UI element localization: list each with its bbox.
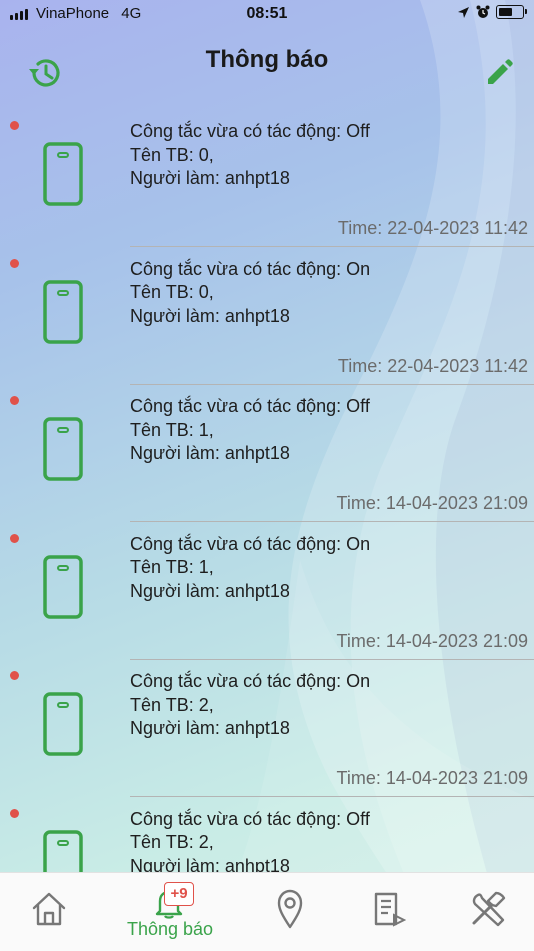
user-text: Người làm: anhpt18 (130, 718, 290, 738)
nav-tools[interactable] (458, 873, 518, 951)
user-text: Người làm: anhpt18 (130, 443, 290, 463)
notification-item[interactable]: Công tắc vừa có tác động: Off Tên TB: 2,… (0, 800, 534, 873)
nav-location[interactable] (262, 873, 318, 951)
device-switch-icon (43, 692, 83, 756)
device-name-text: Tên TB: 1, (130, 557, 214, 577)
nav-notifications-label: Thông báo (126, 919, 214, 939)
device-name-text: Tên TB: 2, (130, 832, 214, 852)
unread-dot (10, 808, 19, 818)
status-time: 08:51 (246, 5, 288, 22)
unread-dot (10, 121, 19, 130)
notification-time: Time: 14-04-2023 21:09 (336, 630, 528, 651)
device-name-text: Tên TB: 0, (130, 144, 214, 165)
notification-message: Công tắc vừa có tác động: On Tên TB: 0, … (130, 258, 370, 329)
location-pin-icon (277, 889, 303, 929)
page-title: Thông báo (205, 46, 329, 73)
user-text: Người làm: anhpt18 (130, 580, 290, 601)
user-text: Người làm: anhpt18 (130, 305, 290, 326)
header: Thông báo (0, 34, 534, 94)
nav-home[interactable] (22, 873, 78, 951)
notification-time: Time: 14-04-2023 21:09 (336, 768, 528, 788)
notification-badge: +9 (164, 882, 194, 906)
device-switch-icon (43, 829, 83, 872)
tools-icon (472, 891, 506, 927)
action-text: Công tắc vừa có tác động: On (130, 258, 371, 279)
notification-item[interactable]: Công tắc vừa có tác động: Off Tên TB: 1,… (0, 387, 534, 525)
edit-icon (488, 59, 513, 84)
bottom-nav: +9 Thông báo (0, 872, 534, 951)
device-switch-icon (43, 142, 83, 206)
notification-item[interactable]: Công tắc vừa có tác động: On Tên TB: 0, … (0, 250, 534, 388)
location-arrow-icon (458, 6, 469, 18)
action-text: Công tắc vừa có tác động: On (130, 533, 371, 554)
divider (130, 658, 534, 660)
notification-message: Công tắc vừa có tác động: Off Tên TB: 1,… (130, 395, 370, 466)
battery-icon (496, 5, 527, 19)
nav-documents[interactable] (358, 873, 414, 951)
notification-message: Công tắc vừa có tác động: Off Tên TB: 2,… (130, 808, 370, 873)
device-name-text: Tên TB: 2, (130, 694, 214, 715)
status-icons (457, 5, 527, 19)
home-icon (32, 892, 66, 926)
notification-time: Time: 22-04-2023 11:42 (337, 218, 528, 238)
notification-message: Công tắc vừa có tác động: On Tên TB: 1, … (130, 533, 370, 604)
document-icon (374, 892, 406, 927)
divider (130, 246, 534, 247)
notification-time: Time: 22-04-2023 11:42 (337, 355, 528, 376)
action-text: Công tắc vừa có tác động: Off (130, 121, 370, 141)
action-text: Công tắc vừa có tác động: Off (130, 808, 370, 829)
user-text: Người làm: anhpt18 (130, 855, 290, 873)
status-bar: VinaPhone 4G 08:51 (0, 0, 534, 28)
edit-button[interactable] (482, 56, 516, 90)
divider (130, 796, 534, 797)
unread-dot (10, 258, 19, 268)
device-switch-icon (43, 279, 83, 344)
notification-item[interactable]: Công tắc vừa có tác động: Off Tên TB: 0,… (0, 112, 534, 250)
device-switch-icon (43, 417, 83, 481)
device-switch-icon (43, 554, 83, 619)
unread-dot (10, 396, 19, 405)
divider (130, 521, 534, 522)
device-name-text: Tên TB: 0, (130, 282, 214, 302)
notification-item[interactable]: Công tắc vừa có tác động: On Tên TB: 1, … (0, 525, 534, 663)
notification-list[interactable]: Công tắc vừa có tác động: Off Tên TB: 0,… (0, 112, 534, 872)
unread-dot (10, 671, 19, 680)
action-text: Công tắc vừa có tác động: On (130, 671, 371, 691)
unread-dot (10, 533, 19, 543)
action-text: Công tắc vừa có tác động: Off (130, 396, 370, 416)
notification-message: Công tắc vừa có tác động: Off Tên TB: 0,… (130, 120, 370, 191)
user-text: Người làm: anhpt18 (130, 168, 290, 188)
notification-time: Time: 14-04-2023 21:09 (336, 493, 528, 513)
device-name-text: Tên TB: 1, (130, 419, 214, 440)
notification-item[interactable]: Công tắc vừa có tác động: On Tên TB: 2, … (0, 662, 534, 800)
alarm-icon (476, 5, 490, 18)
nav-notifications[interactable]: +9 Thông báo (116, 873, 224, 951)
notification-message: Công tắc vừa có tác động: On Tên TB: 2, … (130, 670, 370, 741)
divider (130, 383, 534, 385)
